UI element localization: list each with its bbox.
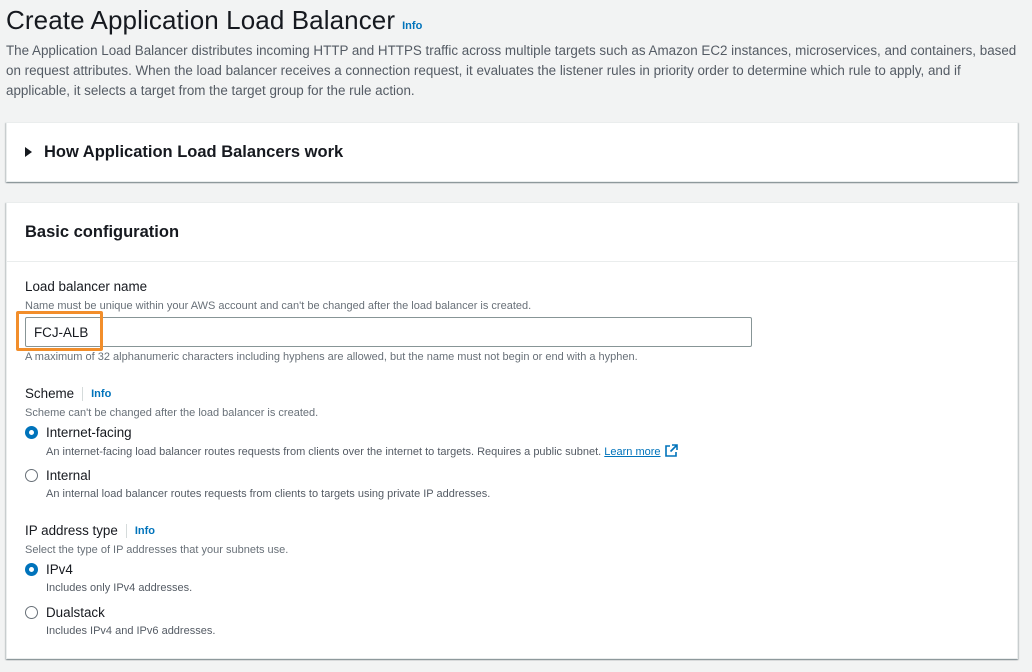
lb-name-constraint: A maximum of 32 alphanumeric characters … [25, 351, 638, 363]
scheme-option-internal[interactable]: Internal An internal load balancer route… [25, 467, 490, 502]
internal-label: Internal [46, 468, 91, 483]
dualstack-description: Includes IPv4 and IPv6 addresses. [46, 625, 216, 637]
how-it-works-panel: How Application Load Balancers work [6, 122, 1018, 182]
internet-facing-description-text: An internet-facing load balancer routes … [46, 446, 602, 458]
scheme-label-row: Scheme Info [25, 385, 318, 403]
page-title: Create Application Load Balancer [6, 5, 396, 35]
ip-type-label-row: IP address type Info [25, 522, 288, 540]
lb-name-description: Name must be unique within your AWS acco… [25, 300, 532, 312]
ip-type-description: Select the type of IP addresses that you… [25, 544, 289, 556]
scheme-info-link[interactable]: Info [91, 388, 111, 400]
basic-configuration-header: Basic configuration [7, 203, 1017, 262]
dualstack-label: Dualstack [46, 605, 105, 620]
basic-configuration-title: Basic configuration [25, 222, 180, 241]
radio-internal[interactable] [25, 469, 38, 482]
page-header: Create Application Load Balancer Info Th… [6, 4, 1026, 101]
label-separator [82, 387, 84, 401]
scheme-description: Scheme can't be changed after the load b… [25, 407, 319, 419]
ip-option-dualstack[interactable]: Dualstack Includes IPv4 and IPv6 address… [25, 604, 215, 639]
scheme-option-internet-facing[interactable]: Internet-facing An internet-facing load … [25, 424, 678, 463]
internet-facing-label: Internet-facing [46, 425, 132, 440]
internal-description: An internal load balancer routes request… [46, 488, 491, 500]
how-it-works-title: How Application Load Balancers work [44, 142, 344, 161]
lb-name-field: Load balancer name Name must be unique w… [25, 278, 531, 314]
scheme-label: Scheme [25, 386, 75, 401]
learn-more-link[interactable]: Learn more [604, 446, 660, 458]
label-separator [125, 524, 127, 538]
lb-name-label: Load balancer name [25, 279, 148, 294]
scheme-field: Scheme Info Scheme can't be changed afte… [25, 385, 318, 421]
ip-type-field: IP address type Info Select the type of … [25, 522, 288, 558]
internal-text: Internal An internal load balancer route… [46, 467, 490, 502]
ipv4-label: IPv4 [46, 562, 73, 577]
radio-dualstack[interactable] [25, 606, 38, 619]
radio-internet-facing[interactable] [25, 426, 38, 439]
external-link-icon[interactable] [664, 444, 678, 463]
ip-type-info-link[interactable]: Info [135, 525, 155, 537]
ip-type-label: IP address type [25, 523, 118, 538]
dualstack-text: Dualstack Includes IPv4 and IPv6 address… [46, 604, 215, 639]
title-row: Create Application Load Balancer Info [6, 4, 1026, 36]
how-it-works-toggle[interactable]: How Application Load Balancers work [7, 123, 1017, 181]
internet-facing-text: Internet-facing An internet-facing load … [46, 424, 678, 463]
caret-right-icon [25, 147, 32, 157]
ip-option-ipv4[interactable]: IPv4 Includes only IPv4 addresses. [25, 561, 192, 596]
ipv4-description: Includes only IPv4 addresses. [46, 582, 193, 594]
internet-facing-description: An internet-facing load balancer routes … [46, 444, 678, 463]
basic-configuration-panel: Basic configuration Load balancer name N… [6, 202, 1018, 659]
title-info-link[interactable]: Info [402, 20, 422, 32]
ipv4-text: IPv4 Includes only IPv4 addresses. [46, 561, 192, 596]
page-description: The Application Load Balancer distribute… [6, 43, 1017, 98]
lb-name-input[interactable] [25, 317, 752, 347]
radio-ipv4[interactable] [25, 563, 38, 576]
